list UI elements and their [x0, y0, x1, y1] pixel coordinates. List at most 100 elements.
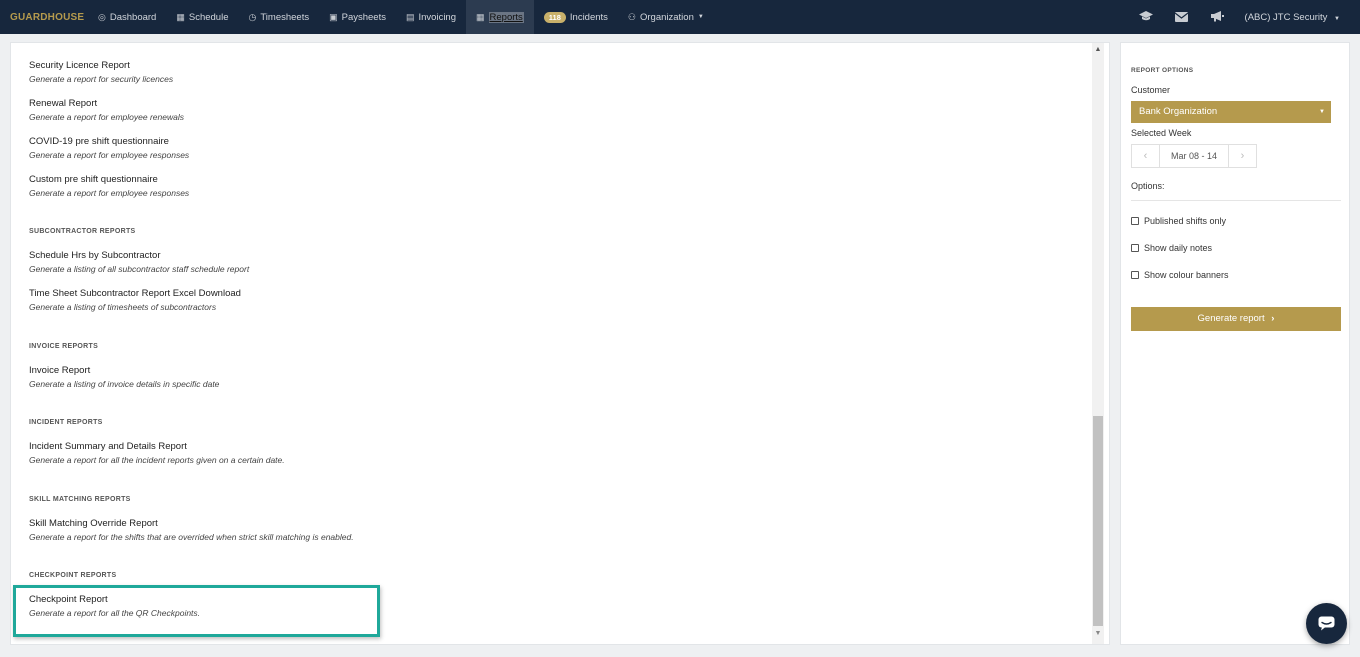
customer-selected-value: Bank Organization	[1139, 106, 1218, 117]
section-skill-matching-reports: SKILL MATCHING REPORTS	[29, 496, 131, 503]
table-icon: ▦	[476, 11, 485, 22]
incidents-count-badge: 118	[543, 11, 566, 23]
report-custom-questionnaire[interactable]: Custom pre shift questionnaire Generate …	[29, 174, 189, 199]
report-schedule-hrs-subcontractor[interactable]: Schedule Hrs by Subcontractor Generate a…	[29, 250, 249, 275]
report-description: Generate a listing of invoice details in…	[29, 379, 220, 389]
report-title: Schedule Hrs by Subcontractor	[29, 250, 161, 261]
options-divider	[1131, 200, 1341, 201]
checkbox-label: Published shifts only	[1144, 216, 1227, 226]
nav-dashboard[interactable]: ◎ Dashboard	[88, 0, 166, 34]
nav-schedule-label: Schedule	[188, 11, 229, 23]
report-description: Generate a report for employee renewals	[29, 112, 184, 122]
money-icon: ▣	[329, 11, 338, 22]
nav-paysheets[interactable]: ▣ Paysheets	[319, 0, 396, 34]
generate-report-label: Generate report	[1197, 313, 1265, 324]
vertical-scrollbar[interactable]: ▲ ▼	[1092, 43, 1104, 644]
nav-incidents-label: Incidents	[569, 11, 608, 23]
users-icon: ⚇	[627, 11, 636, 22]
report-title: Incident Summary and Details Report	[29, 441, 187, 452]
nav-dashboard-label: Dashboard	[109, 11, 157, 23]
report-options-panel: REPORT OPTIONS Customer Bank Organizatio…	[1120, 42, 1350, 645]
report-timesheet-subcontractor[interactable]: Time Sheet Subcontractor Report Excel Do…	[29, 288, 241, 313]
report-title: Renewal Report	[29, 98, 98, 109]
caret-down-icon: ▼	[1334, 15, 1340, 22]
checkbox-label: Show daily notes	[1144, 243, 1213, 253]
report-renewal[interactable]: Renewal Report Generate a report for emp…	[29, 98, 184, 123]
chat-support-button[interactable]	[1306, 603, 1347, 644]
nav-organization-label: Organization	[640, 11, 694, 23]
account-menu[interactable]: (ABC) JTC Security ▼	[1235, 12, 1360, 23]
show-colour-banners-checkbox[interactable]: Show colour banners	[1131, 270, 1229, 280]
chat-bubble-icon	[1318, 616, 1335, 631]
report-description: Generate a report for employee responses	[29, 150, 190, 160]
report-title: Security Licence Report	[29, 60, 130, 71]
previous-week-button[interactable]: ‹	[1131, 144, 1160, 168]
clipped-previous-item	[29, 43, 109, 45]
report-incident-summary[interactable]: Incident Summary and Details Report Gene…	[29, 441, 285, 466]
week-selector: ‹ Mar 08 - 14 ›	[1131, 144, 1257, 168]
checkbox-box[interactable]	[1131, 217, 1139, 225]
graduation-cap-icon[interactable]	[1128, 10, 1164, 25]
account-name: (ABC) JTC Security	[1244, 11, 1328, 23]
top-navbar: GUARDHOUSE ◎ Dashboard ▦ Schedule ◷ Time…	[0, 0, 1360, 34]
section-subcontractor-reports: SUBCONTRACTOR REPORTS	[29, 228, 136, 235]
report-title: Skill Matching Override Report	[29, 518, 158, 529]
nav-invoicing[interactable]: ▤ Invoicing	[396, 0, 466, 34]
invoice-icon: ▤	[405, 11, 415, 22]
checkbox-box[interactable]	[1131, 244, 1139, 252]
section-checkpoint-reports: CHECKPOINT REPORTS	[29, 572, 117, 579]
section-incident-reports: INCIDENT REPORTS	[29, 419, 103, 426]
customer-label: Customer	[1131, 85, 1171, 95]
report-options-heading: REPORT OPTIONS	[1131, 67, 1194, 74]
published-shifts-only-checkbox[interactable]: Published shifts only	[1131, 216, 1226, 226]
report-covid-questionnaire[interactable]: COVID-19 pre shift questionnaire Generat…	[29, 136, 189, 161]
report-description: Generate a report for all the QR Checkpo…	[29, 608, 201, 618]
report-description: Generate a listing of timesheets of subc…	[29, 302, 217, 312]
nav-paysheets-label: Paysheets	[341, 11, 386, 23]
nav-organization[interactable]: ⚇ Organization ▼	[618, 0, 714, 34]
report-title: Checkpoint Report	[29, 594, 108, 605]
checkbox-label: Show colour banners	[1144, 270, 1229, 280]
customer-select[interactable]: Bank Organization ▼	[1131, 101, 1331, 123]
reports-list-panel: Security Licence Report Generate a repor…	[10, 42, 1110, 645]
caret-down-icon: ▼	[1319, 109, 1325, 115]
envelope-icon[interactable]	[1164, 10, 1199, 25]
report-skill-matching-override[interactable]: Skill Matching Override Report Generate …	[29, 518, 354, 543]
report-description: Generate a report for the shifts that ar…	[29, 532, 354, 542]
nav-right-group: (ABC) JTC Security ▼	[1128, 0, 1360, 34]
selected-week-label: Selected Week	[1131, 128, 1192, 138]
report-description: Generate a report for all the incident r…	[29, 455, 285, 465]
nav-incidents[interactable]: 118 Incidents	[534, 0, 618, 34]
next-week-button[interactable]: ›	[1228, 144, 1257, 168]
nav-reports-label: Reports	[488, 11, 524, 23]
brand-logo[interactable]: GUARDHOUSE	[0, 12, 88, 23]
report-description: Generate a report for employee responses	[29, 188, 190, 198]
chevron-right-icon: ›	[1271, 313, 1275, 324]
show-daily-notes-checkbox[interactable]: Show daily notes	[1131, 243, 1212, 253]
options-label: Options:	[1131, 181, 1165, 191]
section-invoice-reports: INVOICE REPORTS	[29, 343, 99, 350]
report-checkpoint[interactable]: Checkpoint Report Generate a report for …	[29, 594, 200, 619]
scroll-down-arrow-icon[interactable]: ▼	[1092, 630, 1104, 637]
generate-report-button[interactable]: Generate report ›	[1131, 307, 1341, 331]
report-title: Custom pre shift questionnaire	[29, 174, 158, 185]
nav-invoicing-label: Invoicing	[418, 11, 457, 23]
megaphone-icon[interactable]	[1199, 10, 1235, 25]
checkbox-box[interactable]	[1131, 271, 1139, 279]
nav-menu: ◎ Dashboard ▦ Schedule ◷ Timesheets ▣ Pa…	[88, 0, 714, 34]
report-security-licence[interactable]: Security Licence Report Generate a repor…	[29, 60, 173, 85]
nav-reports[interactable]: ▦ Reports	[466, 0, 534, 34]
report-title: Time Sheet Subcontractor Report Excel Do…	[29, 288, 241, 299]
selected-week-value[interactable]: Mar 08 - 14	[1160, 144, 1228, 168]
report-invoice[interactable]: Invoice Report Generate a listing of inv…	[29, 365, 219, 390]
nav-timesheets[interactable]: ◷ Timesheets	[238, 0, 319, 34]
report-description: Generate a listing of all subcontractor …	[29, 264, 250, 274]
scrollbar-thumb[interactable]	[1093, 416, 1103, 626]
nav-timesheets-label: Timesheets	[260, 11, 310, 23]
report-description: Generate a report for security licences	[29, 74, 174, 84]
clock-icon: ◷	[248, 11, 257, 22]
caret-down-icon: ▼	[697, 14, 704, 20]
nav-schedule[interactable]: ▦ Schedule	[166, 0, 238, 34]
calendar-icon: ▦	[176, 11, 185, 22]
scroll-up-arrow-icon[interactable]: ▲	[1092, 46, 1104, 53]
